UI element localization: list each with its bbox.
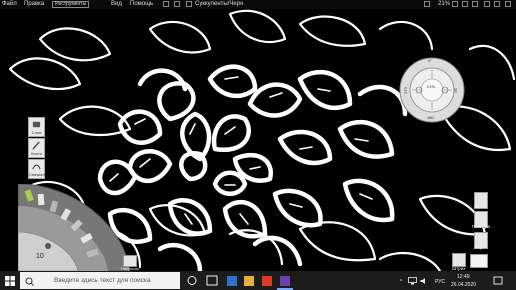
- menu-tools[interactable]: Инструменты: [52, 1, 90, 8]
- document-icon[interactable]: [186, 1, 192, 7]
- brush-tool[interactable]: Кисти: [28, 138, 45, 158]
- minimize-icon[interactable]: [484, 1, 490, 7]
- rotation-left: 270: [402, 87, 408, 94]
- rotation-top: 0°: [428, 58, 432, 63]
- layers-tool[interactable]: Слои: [28, 117, 45, 137]
- brush-lagoon[interactable]: [18, 184, 130, 271]
- rotation-right: 90: [453, 88, 459, 93]
- smudge-icon: [32, 164, 41, 170]
- smudge-tool-label: Смешать: [29, 172, 47, 177]
- volume-icon[interactable]: [420, 277, 429, 285]
- language-indicator[interactable]: РУС: [435, 279, 445, 285]
- clock-date[interactable]: 26.04.2020: [451, 282, 476, 288]
- close-icon[interactable]: [505, 1, 511, 7]
- edge-icon[interactable]: [227, 276, 237, 286]
- taskbar-search-placeholder: Введите здесь текст для поиска: [54, 277, 151, 284]
- rotate-icon[interactable]: [472, 1, 478, 7]
- sketchbook-icon[interactable]: [280, 276, 290, 286]
- taskbar-search-input[interactable]: Введите здесь текст для поиска: [20, 272, 180, 289]
- document-title: Суккуленты/Черн: [195, 1, 244, 7]
- undo-icon[interactable]: [163, 1, 169, 7]
- layers-icon: [32, 121, 41, 128]
- brush-icon: [32, 141, 40, 150]
- layers-panel-label: Слои: [474, 204, 485, 209]
- tray-chevron-icon[interactable]: ^: [400, 279, 402, 285]
- maximize-icon[interactable]: [494, 1, 500, 7]
- smudge-tool[interactable]: Смешать: [28, 159, 47, 179]
- menu-help[interactable]: Помощь: [130, 1, 153, 8]
- network-icon[interactable]: [408, 277, 417, 285]
- rotation-center: 21%: [427, 84, 436, 89]
- clock-time[interactable]: 12:49: [457, 274, 470, 280]
- flip-icon[interactable]: [462, 1, 468, 7]
- palette-label: Палитра: [472, 224, 490, 229]
- brush-tool-label: Кисти: [31, 151, 42, 156]
- notifications-icon[interactable]: [493, 276, 503, 286]
- pattern-button[interactable]: [452, 253, 466, 267]
- menu-edit[interactable]: Правка: [24, 1, 44, 8]
- windows-start-icon[interactable]: [5, 276, 15, 286]
- brushes-label: Обр.: [474, 245, 484, 250]
- zoom-level: 21%: [438, 1, 451, 7]
- hand-icon[interactable]: [424, 1, 430, 7]
- brush-cursor-icon: [45, 243, 51, 249]
- brush-size: 10: [36, 253, 44, 260]
- redo-icon[interactable]: [174, 1, 180, 7]
- color-swatch[interactable]: [470, 254, 488, 268]
- rotation-bottom: 180: [427, 115, 434, 120]
- search-icon: [25, 277, 34, 286]
- file-explorer-icon[interactable]: [244, 276, 254, 286]
- menu-bar: Файл Правка Инструменты Вид Помощь Сукку…: [0, 0, 516, 9]
- menu-file[interactable]: Файл: [2, 1, 17, 8]
- menu-view[interactable]: Вид: [111, 1, 122, 8]
- opera-icon[interactable]: [262, 276, 272, 286]
- fit-icon[interactable]: [452, 1, 458, 7]
- task-view-icon[interactable]: [206, 275, 218, 286]
- cortana-icon[interactable]: [186, 275, 198, 286]
- layers-tool-label: Слои: [31, 130, 42, 135]
